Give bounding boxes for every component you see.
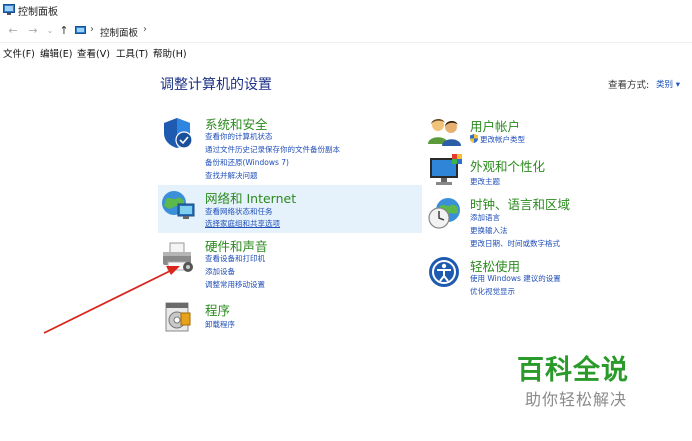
clock-globe-icon[interactable] <box>428 196 462 230</box>
link-devices-printers[interactable]: 查看设备和打印机 <box>205 253 265 264</box>
ease-of-access-icon[interactable] <box>428 256 460 288</box>
link-change-input-method[interactable]: 更换输入法 <box>470 225 508 236</box>
breadcrumb-chevron-icon[interactable]: › <box>143 24 147 35</box>
link-mobility-settings[interactable]: 调整常用移动设置 <box>205 279 265 290</box>
view-by-dropdown[interactable]: 类别 ▾ <box>656 78 680 90</box>
category-title-network-internet[interactable]: 网络和 Internet <box>205 188 296 207</box>
link-change-date-format[interactable]: 更改日期、时间或数字格式 <box>470 238 560 249</box>
back-arrow-icon[interactable]: ← <box>6 24 20 38</box>
link-troubleshoot[interactable]: 查找并解决问题 <box>205 170 258 181</box>
link-windows-recommended-settings[interactable]: 使用 Windows 建议的设置 <box>470 273 561 284</box>
link-homegroup-sharing[interactable]: 选择家庭组和共享选项 <box>205 218 280 229</box>
category-title-user-accounts[interactable]: 用户帐户 <box>470 116 520 135</box>
category-title-clock-language-region[interactable]: 时钟、语言和区域 <box>470 194 570 213</box>
users-icon[interactable] <box>428 116 462 146</box>
shield-icon[interactable] <box>160 116 194 150</box>
up-arrow-icon[interactable]: ↑ <box>57 24 71 38</box>
menu-help[interactable]: 帮助(H) <box>153 46 187 60</box>
control-panel-crumb-icon <box>75 26 86 34</box>
watermark-subtitle: 助你轻松解决 <box>525 390 628 409</box>
link-uninstall-program[interactable]: 卸载程序 <box>205 319 235 330</box>
menu-view[interactable]: 查看(V) <box>77 46 110 60</box>
link-change-theme[interactable]: 更改主题 <box>470 176 500 187</box>
page-title: 调整计算机的设置 <box>160 77 272 93</box>
program-icon[interactable] <box>163 299 193 333</box>
forward-arrow-icon[interactable]: → <box>26 24 40 38</box>
menu-file[interactable]: 文件(F) <box>3 46 35 60</box>
printer-icon[interactable] <box>160 240 196 274</box>
link-view-computer-status[interactable]: 查看你的计算机状态 <box>205 131 273 142</box>
link-add-language[interactable]: 添加语言 <box>470 212 500 223</box>
monitor-icon[interactable] <box>428 154 464 188</box>
link-optimize-visual-display[interactable]: 优化视觉显示 <box>470 286 515 297</box>
category-title-programs[interactable]: 程序 <box>205 300 230 319</box>
link-network-status[interactable]: 查看网络状态和任务 <box>205 206 273 217</box>
link-file-history-backup[interactable]: 通过文件历史记录保存你的文件备份副本 <box>205 144 340 155</box>
recent-dropdown-icon[interactable]: ⌄ <box>43 24 57 38</box>
category-title-appearance-personalization[interactable]: 外观和个性化 <box>470 156 545 175</box>
menu-bar: 文件(F) 编辑(E) 查看(V) 工具(T) 帮助(H) <box>0 44 692 60</box>
link-change-account-type[interactable]: 更改帐户类型 <box>480 134 525 145</box>
control-panel-icon <box>3 4 15 15</box>
address-bar: ← → ⌄ ↑ › 控制面板 › <box>0 21 692 43</box>
globe-network-icon[interactable] <box>160 188 196 222</box>
link-backup-restore[interactable]: 备份和还原(Windows 7) <box>205 157 289 168</box>
uac-shield-icon <box>470 134 478 143</box>
link-add-device[interactable]: 添加设备 <box>205 266 235 277</box>
window-title: 控制面板 <box>18 7 58 18</box>
breadcrumb-control-panel[interactable]: 控制面板 <box>100 25 138 39</box>
menu-tools[interactable]: 工具(T) <box>116 46 148 60</box>
watermark-title: 百科全说 <box>517 355 629 386</box>
view-by-label: 查看方式: <box>608 80 650 91</box>
breadcrumb-chevron-icon: › <box>90 24 94 35</box>
title-bar: 控制面板 <box>0 0 692 20</box>
menu-edit[interactable]: 编辑(E) <box>40 46 72 60</box>
